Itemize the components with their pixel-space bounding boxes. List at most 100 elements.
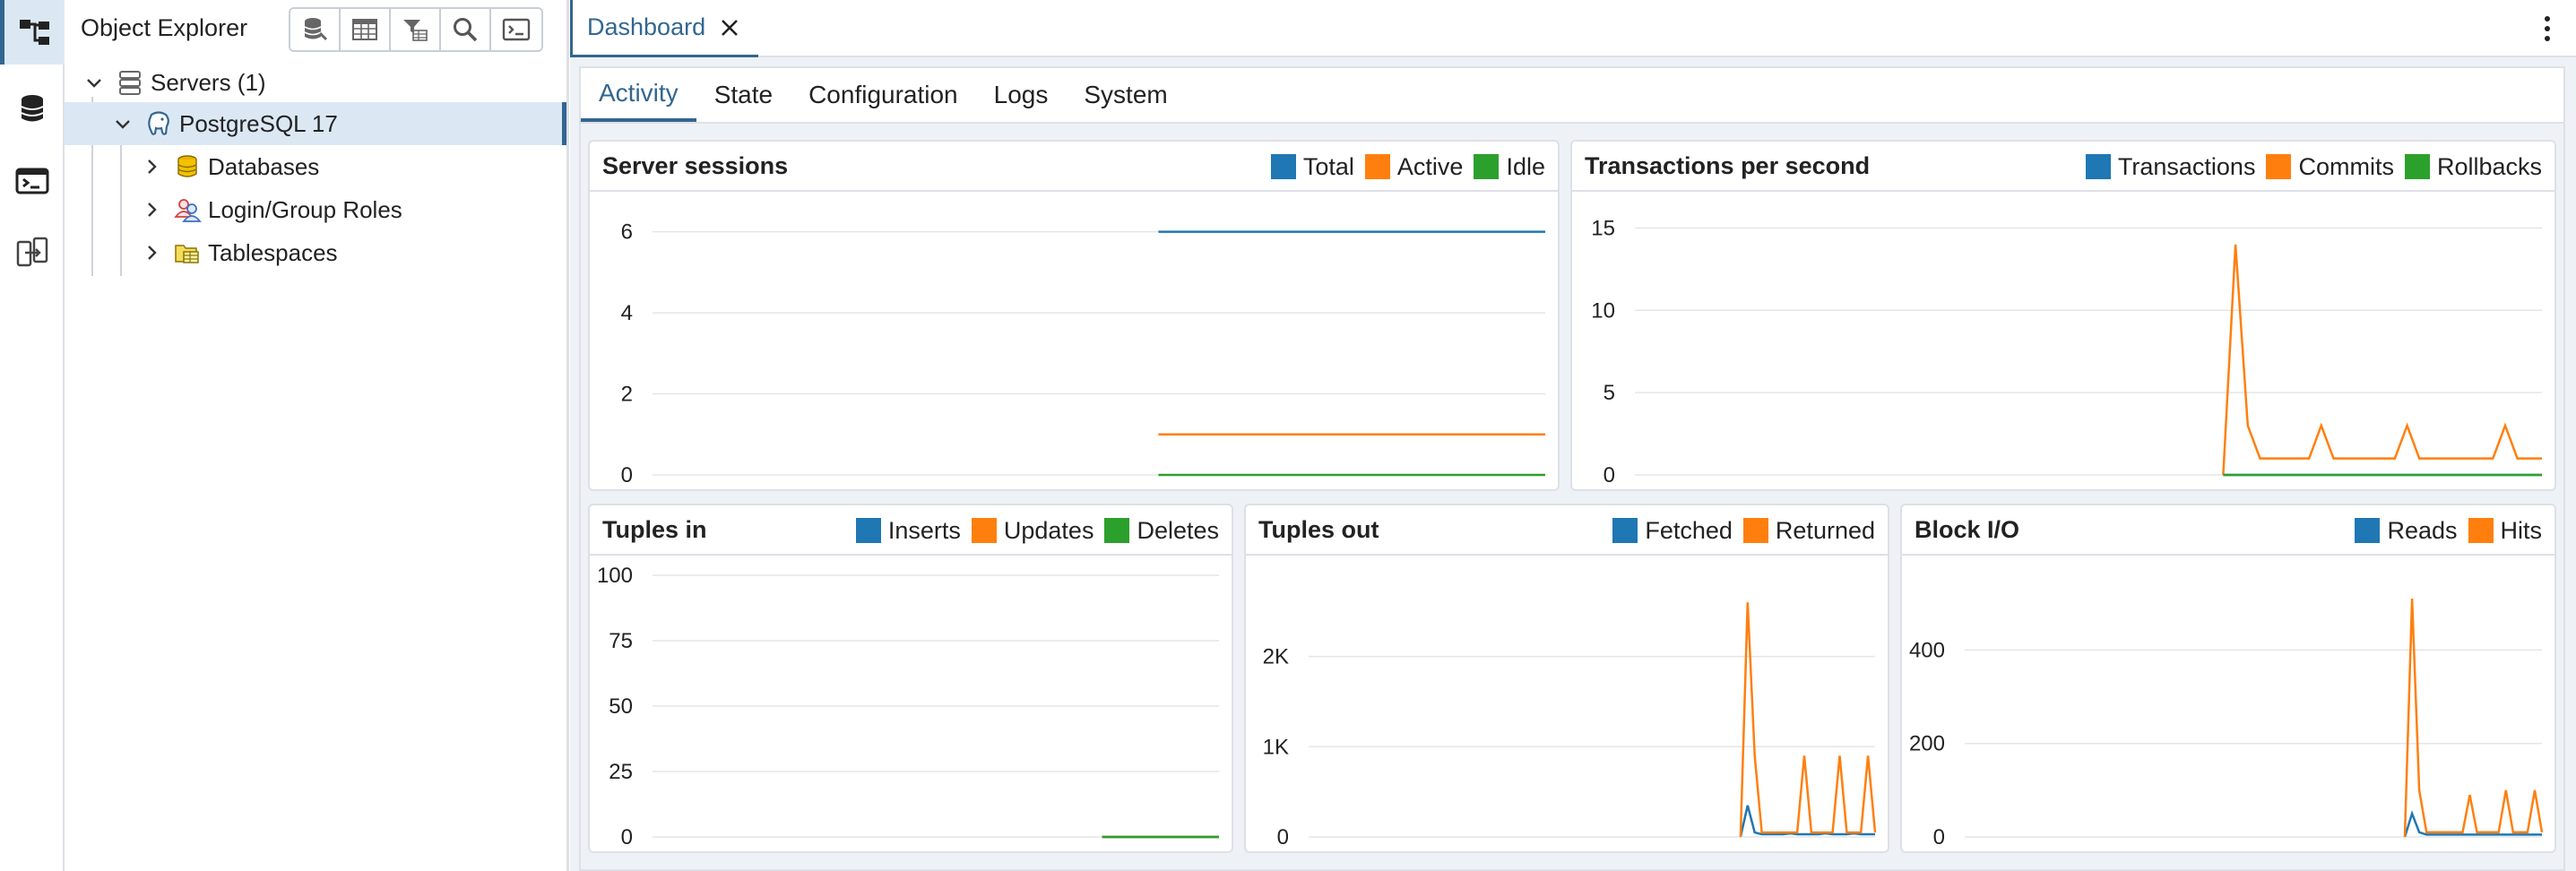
chart-title: Tuples out bbox=[1258, 515, 1379, 543]
filter-table-icon bbox=[403, 20, 428, 41]
legend-item-hits[interactable]: Hits bbox=[2468, 516, 2543, 545]
tree-item-postgresql-17[interactable]: PostgreSQL 17 bbox=[65, 102, 566, 145]
subtab-logs[interactable]: Logs bbox=[976, 68, 1067, 122]
tree-item-label: Databases bbox=[208, 152, 320, 180]
chart-legend: Reads Hits bbox=[2344, 505, 2542, 556]
chevron-right-icon[interactable] bbox=[140, 155, 163, 178]
legend-swatch bbox=[1474, 154, 1500, 179]
object-explorer-icon[interactable] bbox=[0, 0, 65, 65]
subtab-state[interactable]: State bbox=[696, 68, 791, 122]
chevron-right-icon[interactable] bbox=[140, 241, 163, 264]
roles-icon bbox=[172, 194, 203, 225]
subtab-system[interactable]: System bbox=[1066, 68, 1185, 122]
legend-label: Inserts bbox=[887, 516, 961, 544]
chevron-down-icon[interactable] bbox=[111, 112, 134, 135]
legend-label: Commits bbox=[2298, 152, 2394, 180]
explorer-toolbar bbox=[289, 7, 543, 52]
more-options-icon[interactable] bbox=[2542, 14, 2553, 43]
legend-item-total[interactable]: Total bbox=[1270, 153, 1354, 181]
y-tick-label: 4 bbox=[621, 301, 633, 325]
object-explorer-header: Object Explorer bbox=[65, 0, 566, 56]
servers-icon bbox=[115, 67, 145, 98]
database-icon[interactable] bbox=[0, 77, 65, 142]
main-area: Dashboard Activity State Configuration L… bbox=[570, 0, 2576, 871]
psql-tool-button[interactable] bbox=[491, 9, 541, 50]
legend-swatch bbox=[2266, 154, 2292, 179]
legend-label: Fetched bbox=[1645, 516, 1733, 544]
y-tick-label: 10 bbox=[1591, 298, 1615, 323]
object-explorer-panel: Object Explorer Servers (1) PostgreSQL 1… bbox=[65, 0, 569, 871]
series-line-returned bbox=[1739, 602, 1877, 838]
query-tool-button[interactable] bbox=[290, 9, 341, 50]
filtered-rows-button[interactable] bbox=[391, 9, 441, 50]
legend-label: Active bbox=[1396, 152, 1464, 180]
terminal-icon[interactable] bbox=[0, 149, 65, 213]
legend-item-commits[interactable]: Commits bbox=[2266, 153, 2394, 181]
chart-legend: Fetched Returned bbox=[1602, 505, 1875, 556]
tree-item-tablespaces[interactable]: Tablespaces bbox=[65, 231, 566, 274]
tree-item-servers[interactable]: Servers (1) bbox=[65, 61, 566, 104]
chevron-right-icon[interactable] bbox=[140, 198, 163, 221]
y-tick-label: 15 bbox=[1591, 216, 1615, 240]
legend-item-transactions[interactable]: Transactions bbox=[2085, 153, 2255, 181]
chart-panel-transactions-per-second: Transactions per second Transactions Commi… bbox=[1570, 140, 2556, 491]
tree-item-login-group-roles[interactable]: Login/Group Roles bbox=[65, 188, 566, 231]
y-tick-label: 0 bbox=[1277, 825, 1289, 849]
close-icon[interactable] bbox=[720, 18, 739, 38]
chart-title: Transactions per second bbox=[1585, 151, 1871, 179]
subtab-activity[interactable]: Activity bbox=[581, 68, 696, 122]
chart-legend: Transactions Commits Rollbacks bbox=[2075, 142, 2542, 192]
chart-plot: 0 25 50 75 100 bbox=[597, 564, 1219, 849]
subtab-configuration[interactable]: Configuration bbox=[791, 68, 976, 122]
search-icon bbox=[454, 18, 478, 42]
search-objects-button[interactable] bbox=[441, 9, 491, 50]
legend-swatch bbox=[971, 518, 997, 543]
chevron-down-icon[interactable] bbox=[82, 71, 106, 94]
chart-header: Tuples out Fetched Returned bbox=[1246, 505, 1888, 556]
chart-plot: 0 5 10 15 bbox=[1591, 216, 2542, 487]
legend-label: Rollbacks bbox=[2436, 152, 2542, 180]
y-tick-label: 0 bbox=[1933, 825, 1945, 849]
tab-dashboard[interactable]: Dashboard bbox=[570, 0, 758, 57]
object-explorer-title: Object Explorer bbox=[81, 13, 248, 41]
legend-label: Returned bbox=[1775, 516, 1875, 544]
legend-swatch bbox=[1742, 518, 1768, 543]
y-tick-label: 50 bbox=[609, 694, 633, 719]
chart-panel-tuples-out: Tuples out Fetched Returned 0 1K 2K bbox=[1244, 504, 1889, 853]
tree-item-label: Tablespaces bbox=[208, 238, 338, 266]
psql-tool-icon bbox=[502, 18, 531, 41]
legend-swatch bbox=[855, 518, 881, 543]
y-tick-label: 0 bbox=[621, 825, 633, 849]
y-tick-label: 200 bbox=[1909, 732, 1945, 756]
view-data-button[interactable] bbox=[341, 9, 391, 50]
legend-item-fetched[interactable]: Fetched bbox=[1612, 517, 1733, 545]
y-tick-label: 0 bbox=[1604, 463, 1615, 487]
series-line-hits bbox=[2403, 599, 2544, 838]
legend-label: Hits bbox=[2500, 516, 2543, 544]
chart-title: Server sessions bbox=[602, 151, 789, 179]
tree-item-label: Login/Group Roles bbox=[208, 195, 402, 223]
legend-label: Updates bbox=[1003, 516, 1094, 544]
y-tick-label: 6 bbox=[621, 220, 633, 245]
chart-title: Tuples in bbox=[602, 515, 707, 543]
chart-header: Block I/O Reads Hits bbox=[1902, 505, 2554, 556]
legend-item-rollbacks[interactable]: Rollbacks bbox=[2404, 152, 2542, 181]
legend-item-updates[interactable]: Updates bbox=[971, 516, 1094, 545]
schema-diff-icon[interactable] bbox=[0, 220, 65, 285]
chart-panel-block-io: Block I/O Reads Hits 0 200 400 bbox=[1900, 504, 2556, 853]
chart-plot: 0 2 4 6 bbox=[621, 220, 1545, 487]
y-tick-label: 2 bbox=[621, 383, 633, 407]
legend-item-idle[interactable]: Idle bbox=[1474, 153, 1545, 181]
tree-item-databases[interactable]: Databases bbox=[65, 145, 566, 188]
legend-item-inserts[interactable]: Inserts bbox=[855, 516, 961, 545]
y-tick-label: 400 bbox=[1909, 638, 1945, 662]
legend-item-returned[interactable]: Returned bbox=[1742, 516, 1875, 545]
legend-item-reads[interactable]: Reads bbox=[2355, 517, 2458, 545]
legend-item-active[interactable]: Active bbox=[1364, 152, 1464, 181]
chart-header: Tuples in Inserts Updates Deletes bbox=[590, 505, 1232, 556]
chart-panel-tuples-in: Tuples in Inserts Updates Deletes 0 25 50 75 100 bbox=[588, 504, 1233, 853]
y-tick-label: 100 bbox=[597, 564, 633, 588]
chart-panel-server-sessions: Server sessions Total Active Idle 0 2 4 6 bbox=[588, 140, 1560, 491]
legend-item-deletes[interactable]: Deletes bbox=[1104, 517, 1219, 545]
query-tool-icon bbox=[304, 18, 328, 41]
